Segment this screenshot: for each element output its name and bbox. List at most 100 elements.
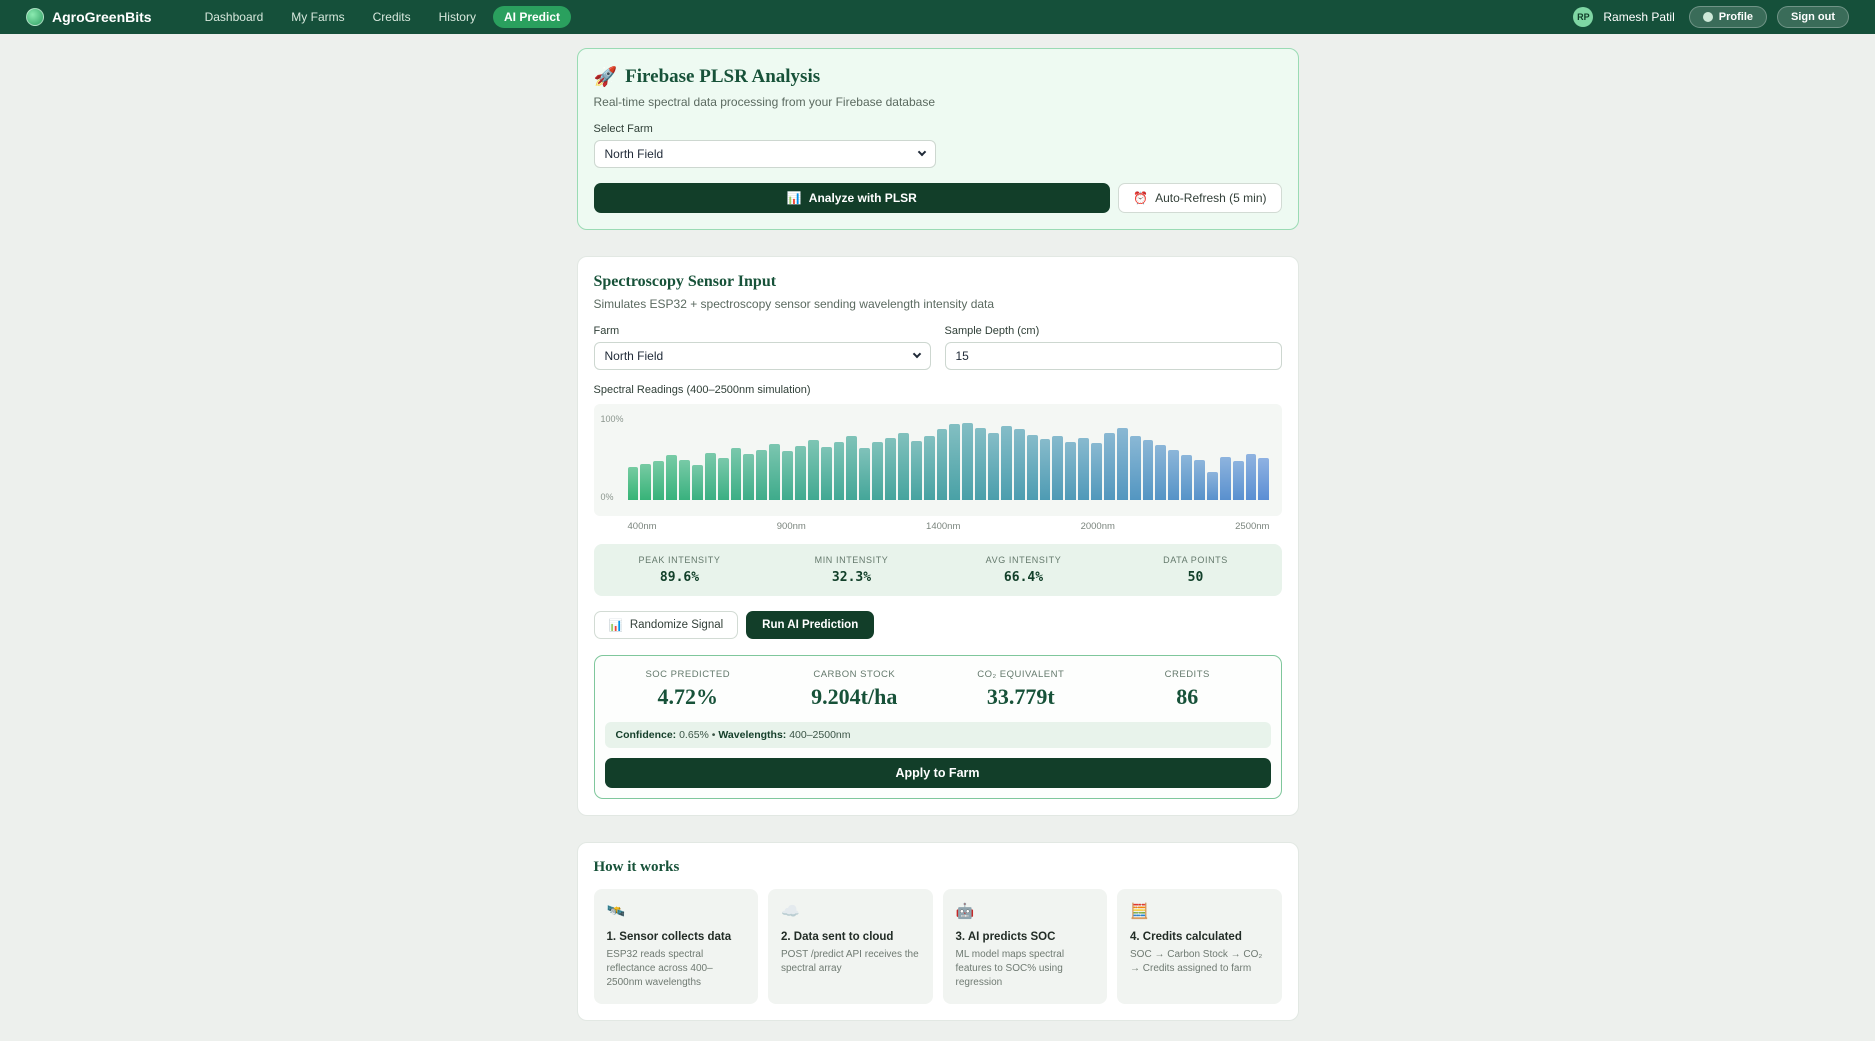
spectral-bar: [1013, 428, 1025, 500]
metric-label: CO₂ EQUIVALENT: [977, 669, 1065, 680]
bar-chart-icon: 📊: [786, 191, 802, 205]
nav-links: Dashboard My Farms Credits History AI Pr…: [194, 6, 571, 28]
spectral-bar: [782, 450, 793, 500]
metric-label: SOC PREDICTED: [645, 669, 731, 680]
spectral-bar: [1065, 441, 1077, 500]
apply-to-farm-button[interactable]: Apply to Farm: [604, 758, 1271, 788]
plsr-title-text: Firebase PLSR Analysis: [625, 66, 821, 87]
step-sensor-collects: 🛰️ 1. Sensor collects data ESP32 reads s…: [593, 889, 758, 1004]
spectral-bar: [704, 452, 716, 500]
spectral-bar: [936, 429, 948, 500]
nav-item-history[interactable]: History: [428, 6, 487, 28]
sensor-actions: 📊 Randomize Signal Run AI Prediction: [593, 611, 1282, 639]
spectral-bar: [1129, 435, 1141, 500]
step-title: 1. Sensor collects data: [606, 931, 732, 943]
stat-label: PEAK INTENSITY: [638, 555, 721, 565]
how-it-works-title: How it works: [593, 859, 680, 875]
run-ai-prediction-button[interactable]: Run AI Prediction: [746, 611, 875, 639]
profile-button[interactable]: Profile: [1688, 6, 1767, 28]
spectral-bar: [1116, 427, 1128, 500]
spectral-bar: [897, 432, 909, 500]
spectral-bars: [627, 414, 1270, 500]
step-data-to-cloud: ☁️ 2. Data sent to cloud POST /predict A…: [768, 889, 933, 1004]
how-it-works-card: How it works 🛰️ 1. Sensor collects data …: [576, 842, 1299, 1021]
x-axis-labels: 400nm 900nm 1400nm 2000nm 2500nm: [594, 516, 1282, 532]
plsr-card-subtitle: Real-time spectral data processing from …: [593, 95, 936, 109]
spectral-bar: [756, 450, 768, 500]
signout-button[interactable]: Sign out: [1777, 6, 1849, 28]
signout-label: Sign out: [1791, 11, 1835, 23]
auto-refresh-button[interactable]: ⏰ Auto-Refresh (5 min): [1118, 183, 1282, 213]
stat-value: 32.3%: [831, 570, 872, 585]
metric-label: CREDITS: [1164, 669, 1210, 680]
confidence-bar: Confidence: 0.65% • Wavelengths: 400–250…: [604, 722, 1271, 748]
stat-value: 89.6%: [659, 570, 700, 585]
step-desc: ESP32 reads spectral reflectance across …: [606, 949, 713, 988]
randomize-label: Randomize Signal: [629, 619, 724, 631]
spectral-bar: [1232, 461, 1244, 500]
spectral-bar: [1026, 434, 1038, 500]
spectral-bar: [1258, 457, 1270, 500]
prediction-metrics: SOC PREDICTED 4.72% CARBON STOCK 9.204t/…: [605, 669, 1271, 710]
spectral-bar: [962, 422, 974, 500]
spectral-bar: [1052, 436, 1064, 500]
stat-data-points: DATA POINTS 50: [1110, 555, 1282, 585]
spectral-bar: [730, 448, 742, 500]
spectral-bar: [872, 442, 883, 500]
x-axis-tick: 900nm: [776, 521, 806, 532]
brand-name: AgroGreenBits: [52, 9, 152, 25]
spectral-bar: [1194, 459, 1205, 500]
y-axis-tick-max: 100%: [600, 414, 624, 424]
farm-label: Farm: [593, 325, 620, 337]
nav-item-credits[interactable]: Credits: [362, 6, 422, 28]
spectral-bar: [717, 457, 729, 500]
spectral-bar: [975, 427, 986, 500]
profile-label: Profile: [1718, 11, 1753, 23]
sensor-form-row: Farm North Field Sample Depth (cm): [593, 315, 1282, 370]
metric-value: 9.204t/ha: [811, 684, 898, 709]
spectral-bar: [653, 461, 665, 500]
nav-item-ai-predict[interactable]: AI Predict: [492, 6, 571, 28]
spectral-bar: [1206, 472, 1218, 500]
plsr-analysis-card: 🚀 Firebase PLSR Analysis Real-time spect…: [576, 48, 1299, 230]
spectral-bar: [807, 439, 819, 500]
spectral-bar: [820, 446, 832, 500]
brand[interactable]: AgroGreenBits: [26, 8, 152, 26]
rocket-icon: 🚀: [593, 67, 618, 88]
plsr-farm-select[interactable]: North Field: [593, 140, 936, 168]
depth-field: Sample Depth (cm): [944, 315, 1282, 370]
spectral-bar: [794, 445, 806, 500]
spectral-bar: [1000, 426, 1012, 500]
spectral-bar: [1245, 453, 1257, 500]
confidence-label: Confidence:: [615, 729, 677, 741]
main-content: 🚀 Firebase PLSR Analysis Real-time spect…: [576, 34, 1299, 1041]
wavelengths-label: Wavelengths:: [718, 729, 787, 741]
spectral-bar: [1181, 455, 1192, 500]
x-axis-tick: 1400nm: [926, 521, 961, 532]
spectral-readings-label: Spectral Readings (400–2500nm simulation…: [593, 384, 811, 396]
x-axis-tick: 400nm: [627, 521, 657, 532]
spectral-bar: [988, 432, 999, 500]
predict-label: Run AI Prediction: [762, 619, 859, 631]
brand-logo-icon: [26, 8, 44, 26]
stat-label: DATA POINTS: [1163, 555, 1228, 565]
nav-item-dashboard[interactable]: Dashboard: [194, 6, 275, 28]
randomize-signal-button[interactable]: 📊 Randomize Signal: [593, 611, 739, 639]
spectral-bar: [846, 436, 858, 500]
plsr-actions: 📊 Analyze with PLSR ⏰ Auto-Refresh (5 mi…: [593, 183, 1282, 213]
step-desc: ML model maps spectral features to SOC% …: [955, 949, 1065, 988]
sensor-farm-select[interactable]: North Field: [593, 342, 931, 370]
analyze-plsr-button[interactable]: 📊 Analyze with PLSR: [593, 183, 1111, 213]
sample-depth-input[interactable]: [944, 342, 1282, 370]
spectral-bar: [666, 455, 677, 500]
nav-item-my-farms[interactable]: My Farms: [280, 6, 355, 28]
bar-chart-icon: 📊: [608, 620, 623, 632]
sensor-card-subtitle: Simulates ESP32 + spectroscopy sensor se…: [593, 297, 995, 311]
x-axis-tick: 2000nm: [1080, 521, 1115, 532]
y-axis-tick-min: 0%: [600, 492, 614, 502]
step-ai-predicts: 🤖 3. AI predicts SOC ML model maps spect…: [942, 889, 1107, 1004]
spectral-bar: [885, 438, 896, 500]
metric-credits: CREDITS 86: [1104, 669, 1271, 710]
sample-depth-label: Sample Depth (cm): [944, 325, 1040, 337]
how-it-works-steps: 🛰️ 1. Sensor collects data ESP32 reads s…: [593, 889, 1282, 1004]
